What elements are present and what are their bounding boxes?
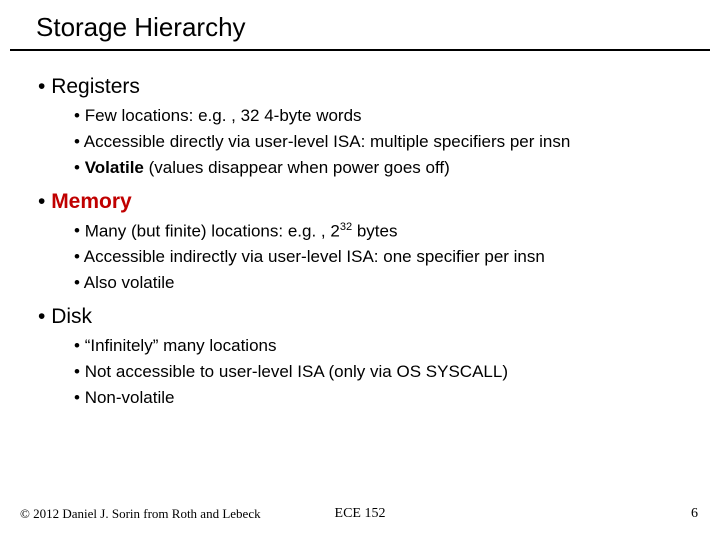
section-heading: Registers [38,75,700,99]
text-part: (values disappear when power goes off) [144,158,450,177]
sub-bullet-list: “Infinitely” many locations Not accessibl… [38,335,700,410]
section-heading: Memory [38,190,700,214]
section-heading-text: Memory [51,190,132,213]
sub-bullet-list: Few locations: e.g. , 32 4-byte words Acc… [38,105,700,180]
text-part: bytes [352,221,397,240]
footer: © 2012 Daniel J. Sorin from Roth and Leb… [0,506,720,526]
footer-page-number: 6 [691,506,698,522]
list-item: Not accessible to user-level ISA (only v… [74,361,700,384]
text-part: Accessible indirectly via user-level ISA… [84,247,545,266]
text-part: Few locations: e.g. , 32 4-byte words [85,106,362,125]
footer-course: ECE 152 [0,506,720,522]
title-area: Storage Hierarchy [0,0,720,43]
slide-content: Registers Few locations: e.g. , 32 4-byte… [0,51,720,410]
list-item: Few locations: e.g. , 32 4-byte words [74,105,700,128]
list-item: Volatile (values disappear when power go… [74,157,700,180]
text-part: Many (but finite) locations: e.g. , 2 [85,221,340,240]
list-item: Many (but finite) locations: e.g. , 232 … [74,220,700,244]
text-part: Not accessible to user-level ISA (only v… [85,362,508,381]
text-part: Accessible directly via user-level ISA: … [84,132,571,151]
list-item: Also volatile [74,272,700,295]
bullet-list: Registers Few locations: e.g. , 32 4-byte… [20,75,700,410]
slide-title: Storage Hierarchy [36,12,720,43]
list-item: Accessible indirectly via user-level ISA… [74,246,700,269]
list-item: Non-volatile [74,387,700,410]
sub-bullet-list: Many (but finite) locations: e.g. , 232 … [38,220,700,295]
slide: Storage Hierarchy Registers Few locations… [0,0,720,540]
text-part: Also volatile [84,273,175,292]
section-heading-text: Disk [51,305,92,328]
section-heading: Disk [38,305,700,329]
text-part: Non-volatile [85,388,175,407]
list-item: Accessible directly via user-level ISA: … [74,131,700,154]
text-part: 32 [340,221,352,233]
list-item: “Infinitely” many locations [74,335,700,358]
text-part: Volatile [85,158,144,177]
section-heading-text: Registers [51,75,140,98]
text-part: “Infinitely” many locations [85,336,277,355]
